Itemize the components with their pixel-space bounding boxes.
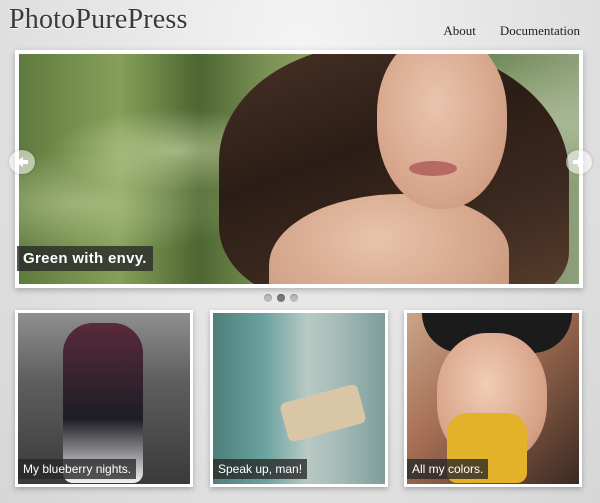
slide-photo-face — [377, 54, 507, 209]
nav-link-about[interactable]: About — [443, 23, 476, 39]
slider-dot-3[interactable] — [290, 294, 298, 302]
gallery-caption-3: All my colors. — [407, 459, 489, 479]
slide-caption: Green with envy. — [17, 246, 153, 271]
slider-dot-1[interactable] — [264, 294, 272, 302]
gallery-item-3[interactable]: All my colors. — [404, 310, 582, 487]
site-logo-title[interactable]: PhotoPurePress — [9, 4, 188, 36]
gallery-caption-2: Speak up, man! — [213, 459, 308, 479]
arrow-left-icon — [16, 157, 28, 167]
figure-shoe — [279, 383, 367, 443]
nav-link-documentation[interactable]: Documentation — [500, 23, 580, 39]
arrow-right-icon — [573, 157, 585, 167]
slider-prev-button[interactable] — [9, 150, 35, 174]
main-nav: About Documentation — [443, 23, 580, 39]
slide-photo-lips — [409, 161, 457, 176]
slider-pagination — [264, 294, 298, 302]
gallery-item-1[interactable]: My blueberry nights. — [15, 310, 193, 487]
gallery-item-2[interactable]: Speak up, man! — [210, 310, 388, 487]
slider-dot-2[interactable] — [277, 294, 285, 302]
slider-next-button[interactable] — [566, 150, 592, 174]
gallery-caption-1: My blueberry nights. — [18, 459, 137, 479]
